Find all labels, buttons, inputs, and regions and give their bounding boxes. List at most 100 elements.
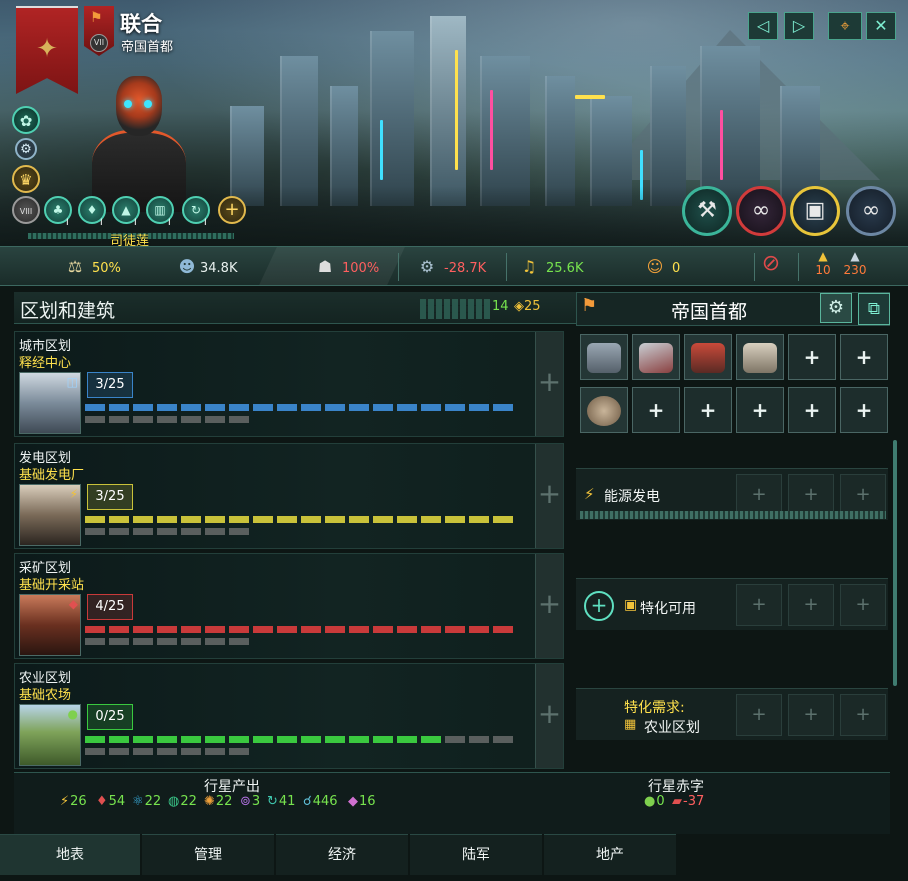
build-queue-icon[interactable]: ▣ [790, 186, 840, 236]
district-row[interactable]: 城市区划 释经中心 ◫ 3/25 + [14, 331, 564, 437]
stability-stat[interactable]: ☗ 100% [314, 256, 379, 278]
planet-name[interactable]: 联合 [120, 8, 162, 38]
spec-slot[interactable]: + [840, 694, 886, 736]
focus-camera-icon[interactable]: ⌖ [828, 12, 862, 40]
housing-stat-a[interactable]: ▲ 10 [812, 249, 834, 277]
specialization-available[interactable]: + ▣ 特化可用 + + + [576, 578, 888, 630]
output-value[interactable]: ⚡26 [60, 794, 87, 809]
tab-management[interactable]: 管理 [142, 834, 274, 875]
district-row[interactable]: 采矿区划 基础开采站 ◆ 4/25 + [14, 553, 564, 659]
output-value[interactable]: ↻41 [267, 794, 295, 809]
district-row[interactable]: 农业区划 基础农场 ● 0/25 + [14, 663, 564, 769]
no-capital-icon[interactable]: ⊘ [760, 253, 788, 275]
next-icon[interactable]: ▷ [784, 12, 814, 40]
add-specialization-icon[interactable]: + [584, 591, 614, 621]
spec-slot[interactable]: + [840, 584, 886, 626]
district-building: 基础农场 [19, 688, 72, 703]
deficit-value[interactable]: ●0 [644, 794, 665, 809]
population-stat[interactable]: ☻ 34.8K [176, 256, 238, 278]
add-district-button[interactable]: + [535, 664, 563, 768]
district-job-segment [205, 638, 225, 645]
output-value[interactable]: ♦54 [96, 794, 125, 809]
building-slot-capital[interactable] [580, 334, 628, 380]
automation-icon[interactable]: ∞ [846, 186, 896, 236]
governor-portrait[interactable] [84, 72, 194, 212]
ascension-wreath-icon[interactable]: ✿ [12, 106, 40, 134]
district-slot-segment [325, 736, 345, 743]
add-building-button[interactable]: + [840, 334, 888, 380]
building-slot-fortress[interactable] [632, 334, 680, 380]
district-job-segment [181, 416, 201, 423]
building-slot-factory[interactable] [684, 334, 732, 380]
districts-header: 区划和建筑 14 ◈25 [14, 292, 576, 324]
spec-slot[interactable]: + [788, 474, 834, 516]
district-slot-segment [373, 736, 393, 743]
tab-army[interactable]: 陆军 [410, 834, 542, 875]
add-district-button[interactable]: + [535, 444, 563, 548]
edit-designation-button[interactable]: ⧉ [858, 293, 890, 325]
housing-count: ◈25 [514, 299, 541, 314]
district-thumbnail: ● [19, 704, 81, 766]
amenities-icon: ⚖ [67, 257, 83, 276]
add-building-button[interactable]: + [736, 387, 784, 433]
trade-stat[interactable]: ♫ 25.6K [518, 256, 584, 278]
district-slot-segment [445, 736, 465, 743]
spec-slot[interactable]: + [736, 474, 782, 516]
species-badge[interactable]: ⚑ VII [84, 6, 114, 56]
add-building-button[interactable]: + [788, 387, 836, 433]
spec-slot[interactable]: + [736, 584, 782, 626]
district-slot-segment [397, 736, 417, 743]
add-building-button[interactable]: + [840, 387, 888, 433]
district-slot-segment [229, 626, 249, 633]
add-district-button[interactable]: + [535, 554, 563, 658]
output-value[interactable]: ✺22 [204, 794, 232, 809]
district-row[interactable]: 发电区划 基础发电厂 ⚡ 3/25 + [14, 443, 564, 549]
gear-badge-icon[interactable]: ⚙ [15, 138, 37, 160]
previous-icon[interactable]: ◁ [748, 12, 778, 40]
spec-slot[interactable]: + [736, 694, 782, 736]
output-value[interactable]: ⊚3 [240, 794, 260, 809]
output-value[interactable]: ◆16 [348, 794, 376, 809]
tab-holdings[interactable]: 地产 [544, 834, 676, 875]
add-building-button[interactable]: + [788, 334, 836, 380]
leader-rank-icon[interactable]: ♛ [12, 165, 40, 193]
building-slot-dome[interactable] [580, 387, 628, 433]
tab-economy[interactable]: 经济 [276, 834, 408, 875]
spec-slot[interactable]: + [840, 474, 886, 516]
neon-strip [575, 95, 605, 99]
district-slot-segment [325, 404, 345, 411]
resettle-icon[interactable]: ∞ [736, 186, 786, 236]
deficit-value[interactable]: ▰-37 [672, 794, 704, 809]
district-slot-segment [493, 404, 513, 411]
add-trait-icon[interactable]: + [218, 196, 246, 224]
designation-settings-button[interactable]: ⚙ [820, 293, 852, 323]
research-icon: ⚛ [132, 794, 144, 809]
add-district-button[interactable]: + [535, 332, 563, 436]
add-building-button[interactable]: + [632, 387, 680, 433]
planet-deficit-title: 行星赤字 [648, 779, 704, 795]
district-slot-segment [445, 626, 465, 633]
amenities-stat[interactable]: ⚖ 50% [64, 256, 121, 278]
fortress-building-icon [639, 343, 673, 373]
portrait-eye [124, 100, 132, 108]
spec-slot[interactable]: + [788, 584, 834, 626]
building-slot-lab[interactable] [736, 334, 784, 380]
tab-surface[interactable]: 地表 [0, 834, 140, 875]
district-slot-segment [181, 626, 201, 633]
spec-slot[interactable]: + [788, 694, 834, 736]
district-slot-segment [85, 516, 105, 523]
crime-stat[interactable]: ⚙ -28.7K [416, 256, 486, 278]
close-icon[interactable]: ✕ [866, 12, 896, 40]
district-slot-segment [349, 736, 369, 743]
housing-stat-b[interactable]: ▲ 230 [840, 249, 870, 277]
capital-panel-scrollbar[interactable] [893, 440, 897, 686]
output-value[interactable]: ⚛22 [132, 794, 161, 809]
output-value[interactable]: ☌446 [303, 794, 338, 809]
decision-icon[interactable]: ⚒ [682, 186, 732, 236]
trait-rank-icon[interactable]: VIII [12, 196, 40, 224]
add-building-button[interactable]: + [684, 387, 732, 433]
district-slot-segment [325, 626, 345, 633]
governor-name[interactable]: 司徒莲 [110, 230, 149, 246]
output-value[interactable]: ◍22 [168, 794, 197, 809]
free-jobs-stat[interactable]: ☺ 0 [644, 256, 681, 278]
